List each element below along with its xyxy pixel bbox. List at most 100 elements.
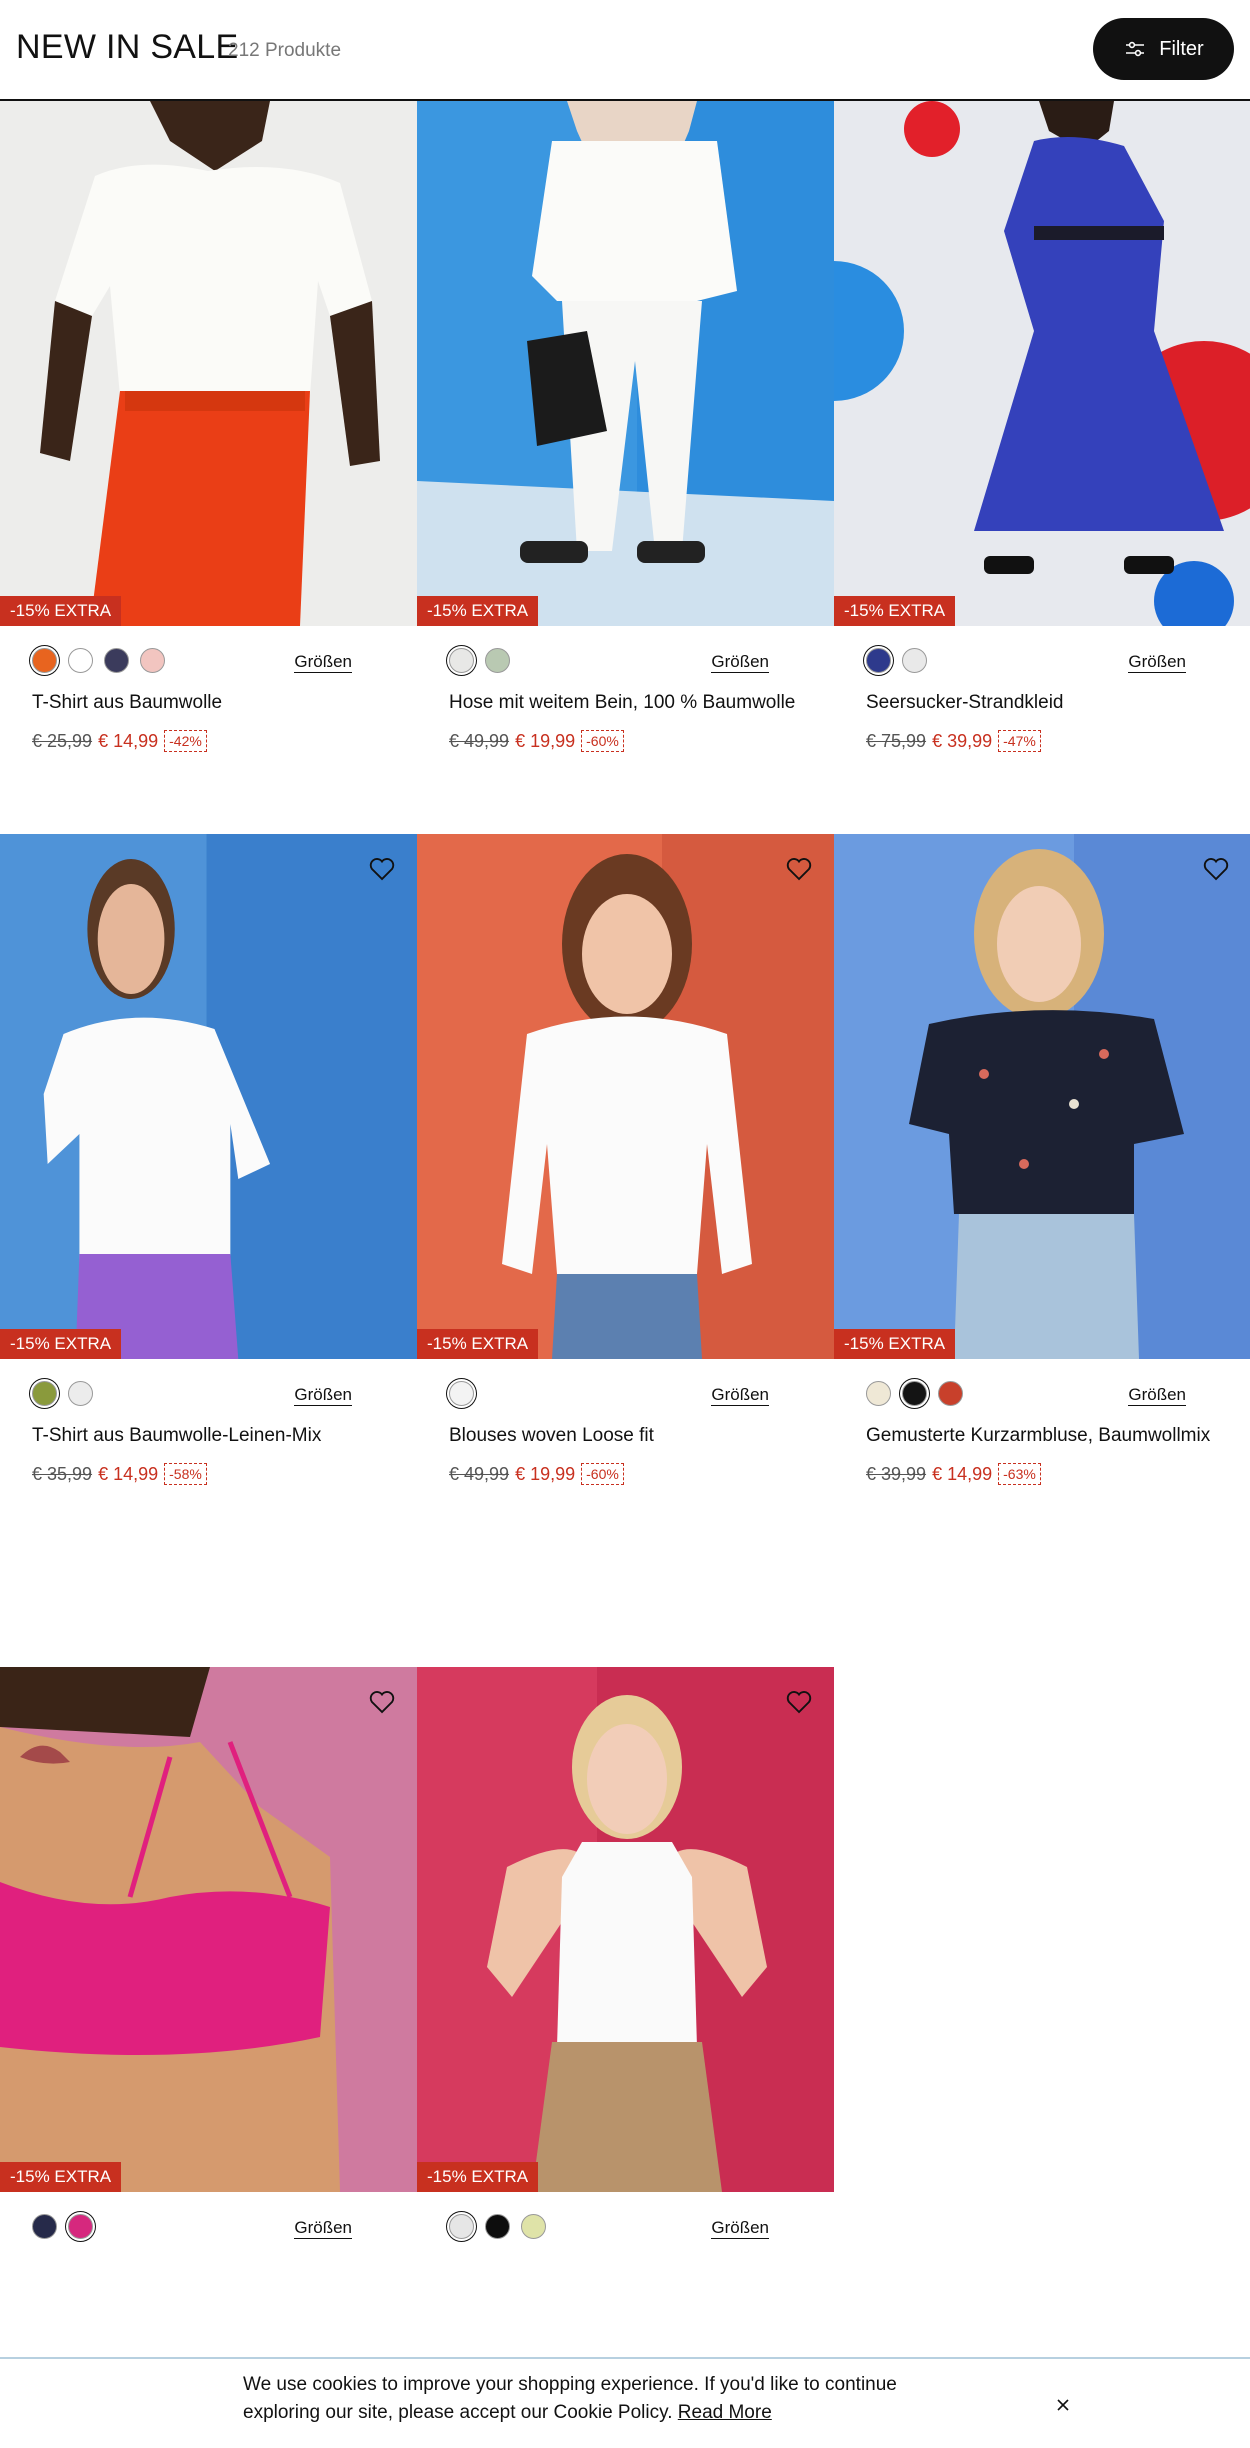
- sale-price: € 14,99: [932, 1463, 993, 1484]
- color-swatches: [32, 2214, 93, 2239]
- sale-badge: -15% EXTRA: [834, 1329, 956, 1359]
- sizes-link[interactable]: Größen: [711, 2218, 769, 2239]
- color-swatches: [32, 648, 165, 673]
- color-swatch[interactable]: [449, 2214, 474, 2239]
- color-swatch[interactable]: [902, 1381, 927, 1406]
- sliders-icon: [1126, 41, 1145, 57]
- product-name[interactable]: Gemusterte Kurzarmbluse, Baumwollmix: [866, 1425, 1210, 1447]
- sizes-link[interactable]: Größen: [294, 1385, 352, 1406]
- heart-icon[interactable]: [1201, 854, 1231, 884]
- cookie-text: We use cookies to improve your shopping …: [243, 2374, 897, 2423]
- product-info: Größen Seersucker-Strandkleid € 75,99 € …: [834, 626, 1250, 796]
- close-icon[interactable]: [1052, 2394, 1074, 2416]
- heart-icon[interactable]: [784, 854, 814, 884]
- read-more-link[interactable]: Read More: [678, 2402, 772, 2423]
- color-swatches: [449, 648, 510, 673]
- color-swatch[interactable]: [32, 648, 57, 673]
- product-card[interactable]: -15% EXTRA Größen T-Shirt aus Baumwolle …: [0, 101, 417, 796]
- product-info: Größen Gemusterte Kurzarmbluse, Baumwoll…: [834, 1359, 1250, 1529]
- color-swatch[interactable]: [68, 1381, 93, 1406]
- product-image[interactable]: -15% EXTRA: [417, 101, 834, 626]
- product-image[interactable]: -15% EXTRA: [0, 1667, 417, 2192]
- color-swatch[interactable]: [449, 1381, 474, 1406]
- heart-icon[interactable]: [784, 1687, 814, 1717]
- product-card[interactable]: -15% EXTRA Größen Blouses woven Loose fi…: [417, 834, 834, 1529]
- product-image[interactable]: -15% EXTRA: [417, 834, 834, 1359]
- sizes-link[interactable]: Größen: [294, 2218, 352, 2239]
- heart-icon[interactable]: [367, 1687, 397, 1717]
- color-swatch[interactable]: [902, 648, 927, 673]
- product-card[interactable]: -15% EXTRA Größen: [417, 1667, 834, 2362]
- color-swatch[interactable]: [32, 2214, 57, 2239]
- product-info: Größen T-Shirt aus Baumwolle € 25,99 € 1…: [0, 626, 417, 796]
- color-swatches: [866, 1381, 963, 1406]
- product-photo: [417, 834, 834, 1359]
- product-name[interactable]: T-Shirt aus Baumwolle: [32, 692, 222, 714]
- product-card[interactable]: -15% EXTRA Größen T-Shirt aus Baumwolle-…: [0, 834, 417, 1529]
- sale-price: € 19,99: [515, 1463, 576, 1484]
- product-image[interactable]: -15% EXTRA: [834, 101, 1250, 626]
- product-image[interactable]: -15% EXTRA: [834, 834, 1250, 1359]
- product-info: Größen: [417, 2192, 834, 2362]
- color-swatch[interactable]: [485, 648, 510, 673]
- product-count: 212 Produkte: [228, 40, 342, 61]
- color-swatch[interactable]: [68, 648, 93, 673]
- page-title: NEW IN SALE: [16, 28, 239, 66]
- color-swatch[interactable]: [521, 2214, 546, 2239]
- discount-badge: -42%: [164, 730, 207, 752]
- sizes-link[interactable]: Größen: [1128, 1385, 1186, 1406]
- filter-label: Filter: [1159, 37, 1204, 60]
- product-card[interactable]: -15% EXTRA Größen Seersucker-Strandkleid…: [834, 101, 1250, 796]
- sale-price: € 19,99: [515, 730, 576, 751]
- color-swatch[interactable]: [449, 648, 474, 673]
- sizes-link[interactable]: Größen: [1128, 652, 1186, 673]
- color-swatch[interactable]: [866, 1381, 891, 1406]
- product-card[interactable]: -15% EXTRA Größen Hose mit weitem Bein, …: [417, 101, 834, 796]
- product-image[interactable]: -15% EXTRA: [0, 834, 417, 1359]
- sale-price: € 39,99: [932, 730, 993, 751]
- color-swatch[interactable]: [32, 1381, 57, 1406]
- old-price: € 35,99: [32, 1463, 93, 1484]
- sale-badge: -15% EXTRA: [0, 1329, 122, 1359]
- product-prices: € 35,99 € 14,99 -58%: [32, 1463, 207, 1485]
- sizes-link[interactable]: Größen: [711, 1385, 769, 1406]
- product-photo: [0, 1667, 417, 2192]
- color-swatch[interactable]: [104, 648, 129, 673]
- color-swatch[interactable]: [866, 648, 891, 673]
- old-price: € 25,99: [32, 730, 93, 751]
- sizes-link[interactable]: Größen: [711, 652, 769, 673]
- sale-badge: -15% EXTRA: [0, 596, 122, 626]
- sizes-link[interactable]: Größen: [294, 652, 352, 673]
- sale-badge: -15% EXTRA: [417, 596, 539, 626]
- old-price: € 75,99: [866, 730, 927, 751]
- product-photo: [0, 101, 417, 626]
- color-swatches: [449, 2214, 546, 2239]
- color-swatch[interactable]: [68, 2214, 93, 2239]
- filter-button[interactable]: Filter: [1093, 18, 1234, 80]
- product-photo: [417, 1667, 834, 2192]
- product-name[interactable]: T-Shirt aus Baumwolle-Leinen-Mix: [32, 1425, 321, 1447]
- sale-badge: -15% EXTRA: [0, 2162, 122, 2192]
- product-card[interactable]: -15% EXTRA Größen Gemusterte Kurzarmblus…: [834, 834, 1250, 1529]
- product-info: Größen: [0, 2192, 417, 2362]
- old-price: € 39,99: [866, 1463, 927, 1484]
- sale-badge: -15% EXTRA: [417, 1329, 539, 1359]
- color-swatches: [449, 1381, 474, 1406]
- product-name[interactable]: Hose mit weitem Bein, 100 % Baumwolle: [449, 692, 795, 714]
- discount-badge: -60%: [581, 730, 624, 752]
- color-swatch[interactable]: [485, 2214, 510, 2239]
- product-card[interactable]: -15% EXTRA Größen: [0, 1667, 417, 2362]
- product-photo: [834, 834, 1250, 1359]
- cookie-banner: We use cookies to improve your shopping …: [0, 2357, 1250, 2448]
- heart-icon[interactable]: [367, 854, 397, 884]
- color-swatch[interactable]: [140, 648, 165, 673]
- product-name[interactable]: Seersucker-Strandkleid: [866, 692, 1063, 714]
- product-prices: € 39,99 € 14,99 -63%: [866, 1463, 1041, 1485]
- product-info: Größen Hose mit weitem Bein, 100 % Baumw…: [417, 626, 834, 796]
- discount-badge: -63%: [998, 1463, 1041, 1485]
- color-swatch[interactable]: [938, 1381, 963, 1406]
- product-name[interactable]: Blouses woven Loose fit: [449, 1425, 654, 1447]
- product-image[interactable]: -15% EXTRA: [417, 1667, 834, 2192]
- color-swatches: [32, 1381, 93, 1406]
- product-image[interactable]: -15% EXTRA: [0, 101, 417, 626]
